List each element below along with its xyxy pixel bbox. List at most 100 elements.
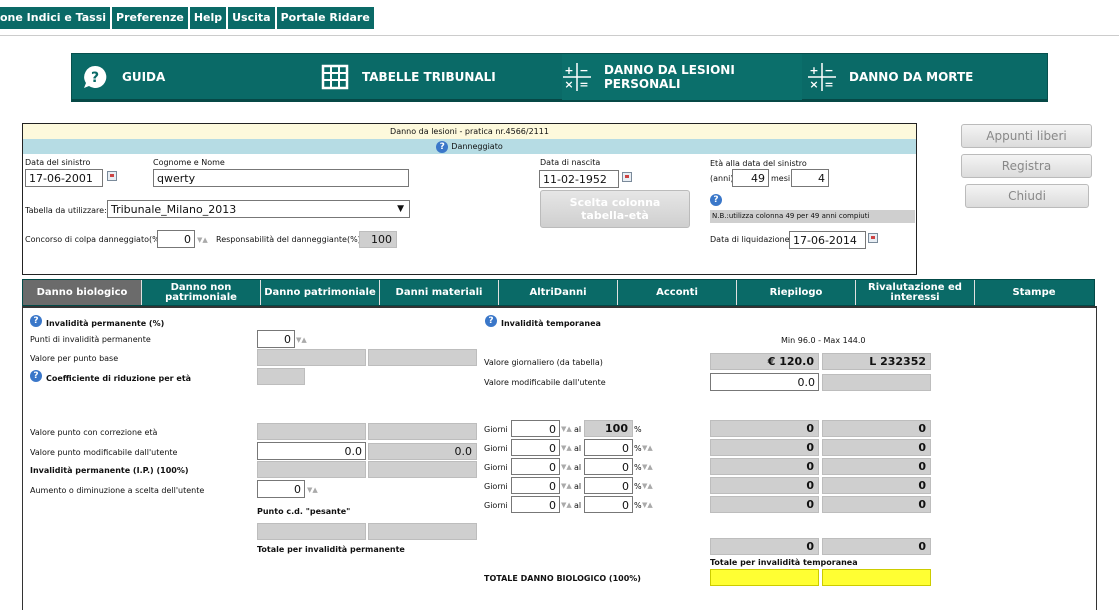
menu-uscita[interactable]: Uscita — [228, 7, 275, 29]
punti-field[interactable]: 0 — [257, 330, 295, 348]
calendar-icon[interactable] — [868, 233, 878, 243]
pesante-field — [257, 523, 366, 540]
modif-field[interactable]: 0.0 — [257, 442, 366, 460]
concorso-field[interactable]: 0 — [157, 230, 195, 248]
nav-tabelle-tribunali[interactable]: TABELLE TRIBUNALI — [320, 54, 560, 100]
table-grid-icon — [320, 62, 350, 92]
svg-text:−: − — [824, 64, 833, 77]
help-icon[interactable]: ? — [30, 370, 42, 382]
spinner-arrows-icon[interactable]: ▼▲ — [642, 444, 653, 452]
resp-label: Responsabilità del danneggiante(%): — [216, 235, 364, 244]
tab-danno-biologico[interactable]: Danno biologico — [23, 280, 142, 305]
tab-danno-patrimoniale[interactable]: Danno patrimoniale — [261, 280, 380, 305]
help-icon[interactable]: ? — [30, 315, 42, 327]
result-field: 0 — [710, 477, 819, 494]
spinner-arrows-icon[interactable]: ▼▲ — [561, 482, 572, 490]
tabella-select[interactable]: Tribunale_Milano_2013 ▼ — [107, 200, 410, 218]
percent-field[interactable]: 0 — [584, 439, 633, 456]
data-sinistro-field[interactable]: 17-06-2001 — [25, 169, 103, 187]
pesante-field-2 — [368, 523, 477, 540]
chiudi-button[interactable]: Chiudi — [965, 184, 1089, 208]
spinner-arrows-icon[interactable]: ▼▲ — [197, 236, 208, 244]
spinner-arrows-icon[interactable]: ▼▲ — [561, 444, 572, 452]
spinner-arrows-icon[interactable]: ▼▲ — [561, 463, 572, 471]
tab-stampe[interactable]: Stampe — [975, 280, 1093, 305]
nav-danno-morte[interactable]: + − × = DANNO DA MORTE — [807, 54, 1047, 100]
help-icon[interactable]: ? — [436, 140, 449, 153]
anni-field[interactable]: 49 — [732, 169, 769, 187]
result-field: 0 — [710, 439, 819, 456]
giorni-label: Giorni — [484, 482, 508, 491]
ip-label: Invalidità permanente (I.P.) (100%) — [30, 466, 189, 475]
aumento-field[interactable]: 0 — [257, 480, 305, 498]
nascita-field[interactable]: 11-02-1952 — [539, 170, 619, 188]
tab-danno-non-patrimoniale[interactable]: Danno non patrimoniale — [142, 280, 261, 305]
data-sinistro-label: Data del sinistro — [25, 158, 91, 167]
tabella-value: Tribunale_Milano_2013 — [111, 203, 237, 216]
help-bubble-icon: ? — [80, 62, 110, 92]
svg-text:+: + — [809, 64, 818, 77]
punti-label: Punti di invalidità permanente — [30, 335, 151, 344]
tabella-label: Tabella da utilizzare: — [25, 206, 107, 215]
aumento-label: Aumento o diminuzione a scelta dell'uten… — [30, 486, 205, 495]
giorni-field[interactable]: 0 — [511, 496, 560, 513]
resp-value: 100 — [359, 231, 397, 248]
spinner-arrows-icon[interactable]: ▼▲ — [642, 501, 653, 509]
tab-danni-materiali[interactable]: Danni materiali — [380, 280, 499, 305]
registra-button[interactable]: Registra — [961, 154, 1092, 178]
mesi-field[interactable]: 4 — [791, 169, 829, 187]
tab-rivalutazione[interactable]: Rivalutazione ed interessi — [856, 280, 975, 305]
tab-riepilogo[interactable]: Riepilogo — [737, 280, 856, 305]
al-label: al — [574, 482, 582, 491]
giorni-field[interactable]: 0 — [511, 458, 560, 475]
result-field: 0 — [710, 420, 819, 437]
giorni-field[interactable]: 0 — [511, 477, 560, 494]
modif-label: Valore punto modificabile dall'utente — [30, 448, 178, 457]
ip-field-2 — [368, 461, 477, 478]
spinner-arrows-icon[interactable]: ▼▲ — [642, 482, 653, 490]
nav-guida[interactable]: ? GUIDA — [80, 54, 320, 100]
giorni-field[interactable]: 0 — [511, 420, 560, 437]
spinner-arrows-icon[interactable]: ▼▲ — [307, 486, 318, 494]
percent-field[interactable]: 0 — [584, 496, 633, 513]
percent-field[interactable]: 0 — [584, 458, 633, 475]
spinner-arrows-icon[interactable]: ▼▲ — [642, 463, 653, 471]
menu-help[interactable]: Help — [189, 7, 227, 29]
modificabile-field[interactable]: 0.0 — [710, 373, 819, 391]
tab-altri-danni[interactable]: AltriDanni — [499, 280, 618, 305]
scelta-colonna-button[interactable]: Scelta colonna tabella-età — [540, 190, 690, 228]
percent-sign: % — [634, 463, 642, 472]
spinner-arrows-icon[interactable]: ▼▲ — [561, 501, 572, 509]
calculator-icon: + − × = — [562, 62, 592, 92]
danneggiato-label: Danneggiato — [451, 142, 503, 151]
cognome-label: Cognome e Nome — [153, 158, 225, 167]
cognome-field[interactable]: qwerty — [153, 169, 409, 187]
giorni-field[interactable]: 0 — [511, 439, 560, 456]
menu-portale-ridare[interactable]: Portale Ridare — [276, 7, 374, 29]
coeff-label: Coefficiente di riduzione per età — [46, 374, 192, 383]
help-icon[interactable]: ? — [485, 315, 497, 327]
valore-base-field — [257, 349, 366, 366]
calendar-icon[interactable] — [622, 172, 632, 182]
tab-acconti[interactable]: Acconti — [618, 280, 737, 305]
menu-preferenze[interactable]: Preferenze — [112, 7, 188, 29]
euro-value: € 120.0 — [710, 353, 819, 370]
appunti-button[interactable]: Appunti liberi — [961, 124, 1092, 148]
spinner-arrows-icon[interactable]: ▼▲ — [296, 336, 307, 344]
liquidazione-field[interactable]: 17-06-2014 — [789, 231, 866, 249]
result-field-2: 0 — [822, 496, 931, 513]
svg-text:+: + — [564, 64, 573, 77]
totale-perm-label: Totale per invalidità permanente — [257, 545, 405, 554]
calendar-icon[interactable] — [107, 171, 117, 181]
percent-field[interactable]: 0 — [584, 477, 633, 494]
menu-indici-tassi[interactable]: one Indici e Tassi — [0, 7, 111, 29]
spinner-arrows-icon[interactable]: ▼▲ — [561, 425, 572, 433]
svg-text:×: × — [564, 78, 573, 91]
nav-morte-label: DANNO DA MORTE — [849, 70, 974, 84]
percent-sign: % — [634, 501, 642, 510]
corr-field — [257, 423, 366, 440]
al-label: al — [574, 501, 582, 510]
nav-danno-lesioni[interactable]: + − × = DANNO DA LESIONI PERSONALI — [562, 54, 802, 100]
help-icon[interactable]: ? — [710, 194, 722, 206]
result-field-2: 0 — [822, 439, 931, 456]
